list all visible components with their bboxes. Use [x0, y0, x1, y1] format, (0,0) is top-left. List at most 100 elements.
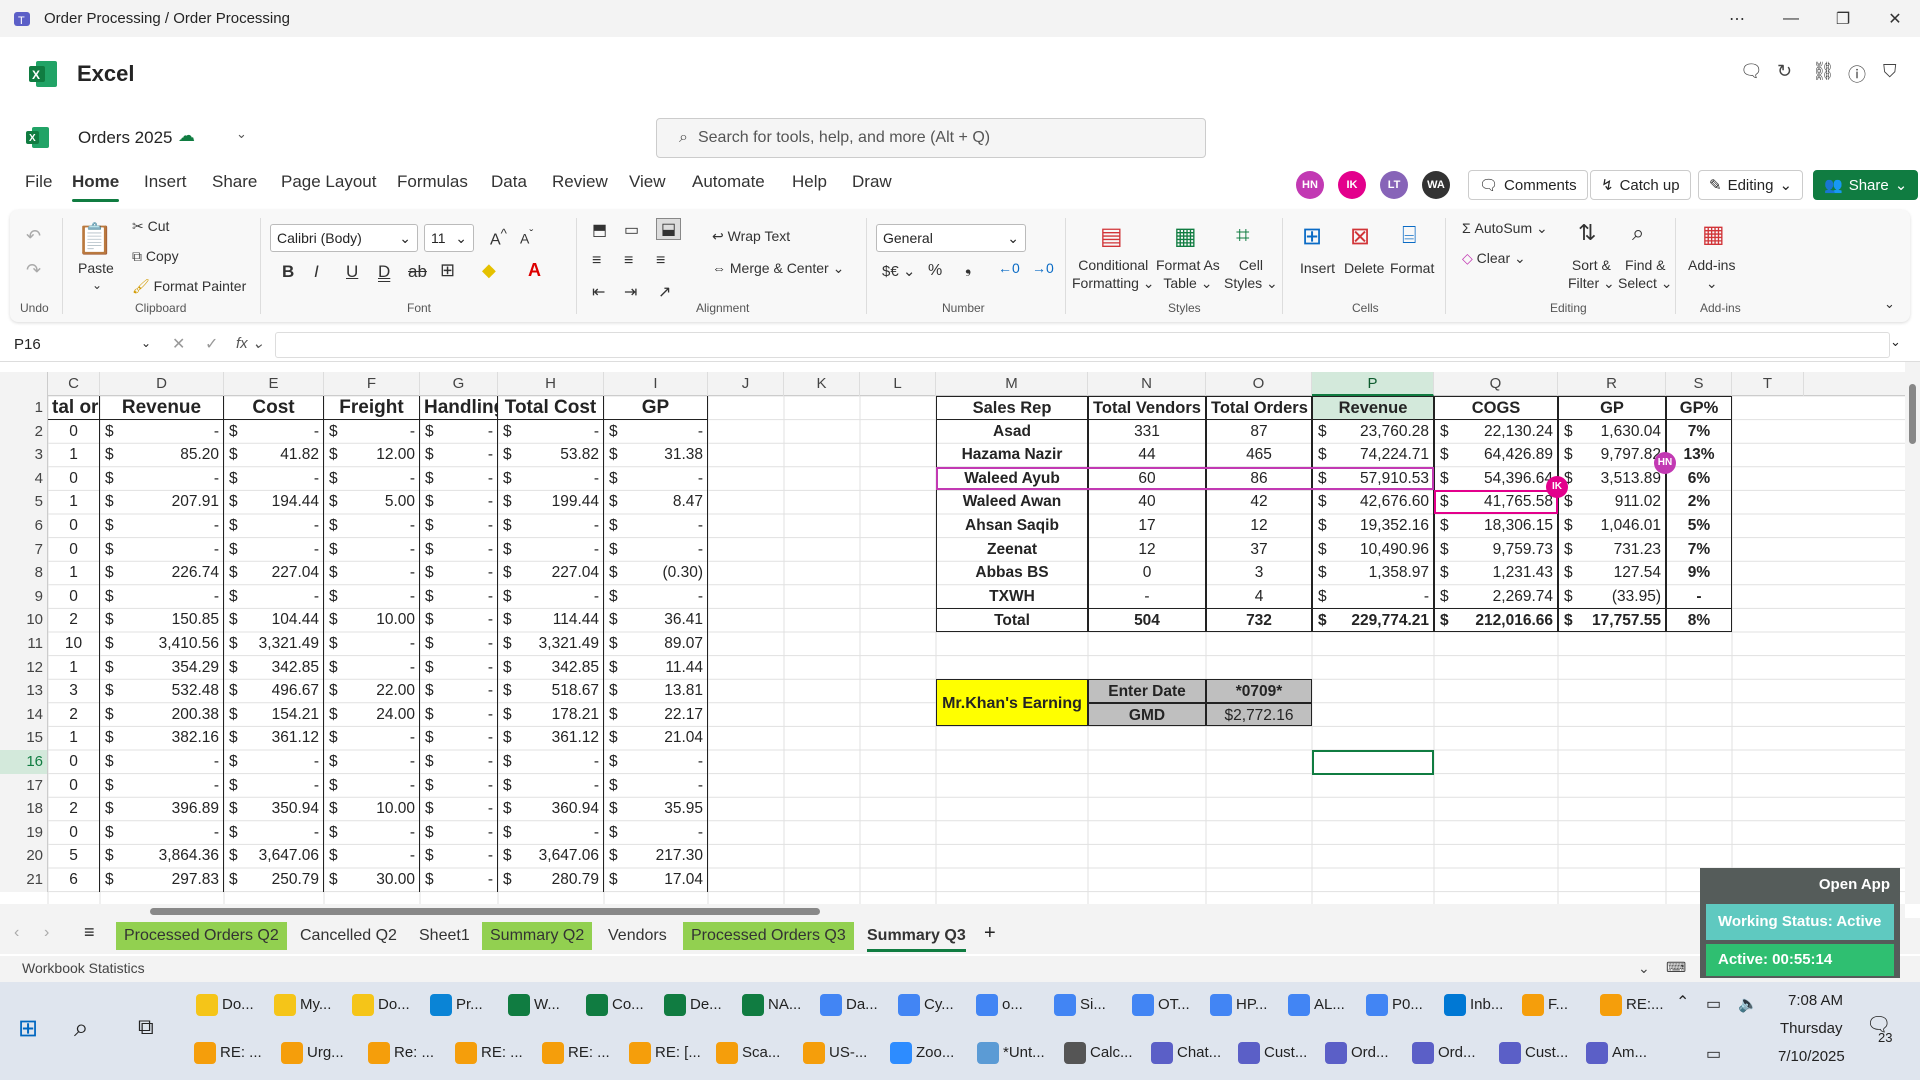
cell[interactable]: 3,513.89 $: [1558, 466, 1666, 491]
fill-color-icon[interactable]: ◆: [482, 260, 496, 281]
paste-button[interactable]: Paste: [78, 260, 114, 276]
sheet-tab-summary-q3[interactable]: Summary Q3: [859, 922, 974, 952]
cell[interactable]: - $: [324, 419, 420, 444]
taskbar-button[interactable]: P0...: [1366, 994, 1423, 1016]
table-header[interactable]: Freight: [324, 396, 420, 420]
cell[interactable]: - $: [420, 466, 498, 491]
scrollbar-thumb[interactable]: [1909, 384, 1916, 444]
cell[interactable]: 1: [48, 443, 100, 467]
taskbar-button[interactable]: F...: [1522, 994, 1568, 1016]
cell[interactable]: - $: [100, 820, 224, 845]
vertical-scrollbar[interactable]: [1905, 362, 1920, 904]
cell[interactable]: 9%: [1666, 561, 1732, 585]
column-header-N[interactable]: N: [1088, 372, 1206, 396]
chevron-down-icon[interactable]: ⌄: [236, 126, 247, 142]
sheet-tab-sheet1[interactable]: Sheet1: [411, 922, 478, 950]
row-header-1[interactable]: 1: [0, 396, 48, 420]
cell[interactable]: 0: [48, 514, 100, 538]
row-header-12[interactable]: 12: [0, 655, 48, 680]
cell[interactable]: - $: [498, 750, 604, 774]
comments-button[interactable]: 🗨 Comments: [1468, 170, 1588, 200]
cell[interactable]: 22.17 $: [604, 702, 708, 727]
cell[interactable]: 3: [48, 679, 100, 703]
chat-icon[interactable]: 🗨: [1740, 61, 1763, 82]
column-header-G[interactable]: G: [420, 372, 498, 396]
borders-icon[interactable]: ⊞: [440, 260, 455, 281]
cell[interactable]: 1: [48, 561, 100, 585]
cut-button[interactable]: ✂ Cut: [132, 218, 169, 235]
cell[interactable]: 5.00 $: [324, 490, 420, 514]
tab-share[interactable]: Share: [212, 172, 257, 192]
cell[interactable]: 0: [48, 750, 100, 774]
select-all-corner[interactable]: [0, 372, 48, 396]
clear-button[interactable]: ◇ Clear ⌄: [1462, 250, 1526, 267]
link-icon[interactable]: ⛓: [1812, 61, 1835, 82]
task-view-icon[interactable]: ⧉: [138, 1014, 154, 1040]
taskbar-button[interactable]: RE: ...: [455, 1042, 523, 1064]
cell[interactable]: -: [1088, 584, 1206, 609]
sheet-tab-vendors[interactable]: Vendors: [600, 922, 675, 950]
cell[interactable]: 1: [48, 490, 100, 514]
cell[interactable]: 24.00 $: [324, 702, 420, 727]
cell[interactable]: - $: [324, 466, 420, 491]
cell[interactable]: 12.00 $: [324, 443, 420, 467]
row-header-20[interactable]: 20: [0, 844, 48, 868]
column-header-I[interactable]: I: [604, 372, 708, 396]
share-button[interactable]: 👥 Share ⌄: [1813, 170, 1919, 200]
grow-font-icon[interactable]: A^: [490, 226, 507, 249]
cell[interactable]: 18,306.15 $: [1434, 514, 1558, 538]
taskbar-button[interactable]: RE: [...: [629, 1042, 701, 1064]
cell[interactable]: 297.83 $: [100, 868, 224, 892]
cell[interactable]: - $: [420, 537, 498, 562]
taskbar-button[interactable]: Da...: [820, 994, 878, 1016]
cell[interactable]: 6%: [1666, 466, 1732, 491]
cell[interactable]: - $: [324, 750, 420, 774]
cell[interactable]: 0: [1088, 561, 1206, 585]
cell[interactable]: 2,269.74 $: [1434, 584, 1558, 609]
taskbar-button[interactable]: RE: ...: [194, 1042, 262, 1064]
cell[interactable]: 217.30 $: [604, 844, 708, 868]
cell[interactable]: 11.44 $: [604, 655, 708, 680]
cell[interactable]: 37: [1206, 537, 1312, 562]
cell[interactable]: - $: [100, 773, 224, 798]
cell[interactable]: 360.94 $: [498, 797, 604, 821]
cell[interactable]: 5: [48, 844, 100, 868]
cell[interactable]: 1: [48, 726, 100, 750]
cell[interactable]: 10: [48, 632, 100, 656]
column-header-R[interactable]: R: [1558, 372, 1666, 396]
cell[interactable]: 361.12 $: [498, 726, 604, 750]
chevron-up-icon[interactable]: ⌃: [1676, 992, 1689, 1012]
cell[interactable]: 104.44 $: [224, 608, 324, 632]
cell[interactable]: 382.16 $: [100, 726, 224, 750]
column-header-L[interactable]: L: [860, 372, 936, 396]
cell[interactable]: 0: [48, 820, 100, 845]
font-color-icon[interactable]: A: [528, 260, 541, 281]
cell[interactable]: - $: [420, 561, 498, 585]
open-app-button[interactable]: Open App: [1819, 876, 1890, 893]
cell[interactable]: - $: [224, 514, 324, 538]
sheet-tab-cancelled-q2[interactable]: Cancelled Q2: [292, 922, 405, 950]
align-middle-icon[interactable]: ▭: [624, 220, 639, 240]
table-header[interactable]: Sales Rep: [936, 396, 1088, 420]
cell[interactable]: (0.30) $: [604, 561, 708, 585]
horizontal-scrollbar[interactable]: [0, 904, 1905, 918]
cell[interactable]: - $: [100, 584, 224, 609]
taskbar-button[interactable]: Si...: [1054, 994, 1106, 1016]
cell[interactable]: 496.67 $: [224, 679, 324, 703]
cell[interactable]: - $: [420, 868, 498, 892]
search-box[interactable]: ⌕ Search for tools, help, and more (Alt +…: [656, 118, 1206, 158]
cell[interactable]: 3,647.06 $: [224, 844, 324, 868]
formula-expand-icon[interactable]: ⌄: [1890, 334, 1901, 350]
active-cell[interactable]: [1312, 750, 1434, 775]
taskbar-button[interactable]: Cy...: [898, 994, 954, 1016]
orientation-icon[interactable]: ↗: [658, 282, 671, 302]
cell[interactable]: Ahsan Saqib: [936, 514, 1088, 538]
column-header-H[interactable]: H: [498, 372, 604, 396]
cell[interactable]: - $: [498, 466, 604, 491]
cell[interactable]: 42: [1206, 490, 1312, 514]
redo-icon[interactable]: ↷: [26, 260, 41, 281]
cell[interactable]: 2: [48, 608, 100, 632]
cell[interactable]: 212,016.66 $: [1434, 608, 1558, 632]
taskbar-button[interactable]: Do...: [196, 994, 254, 1016]
cell[interactable]: 22,130.24 $: [1434, 419, 1558, 444]
